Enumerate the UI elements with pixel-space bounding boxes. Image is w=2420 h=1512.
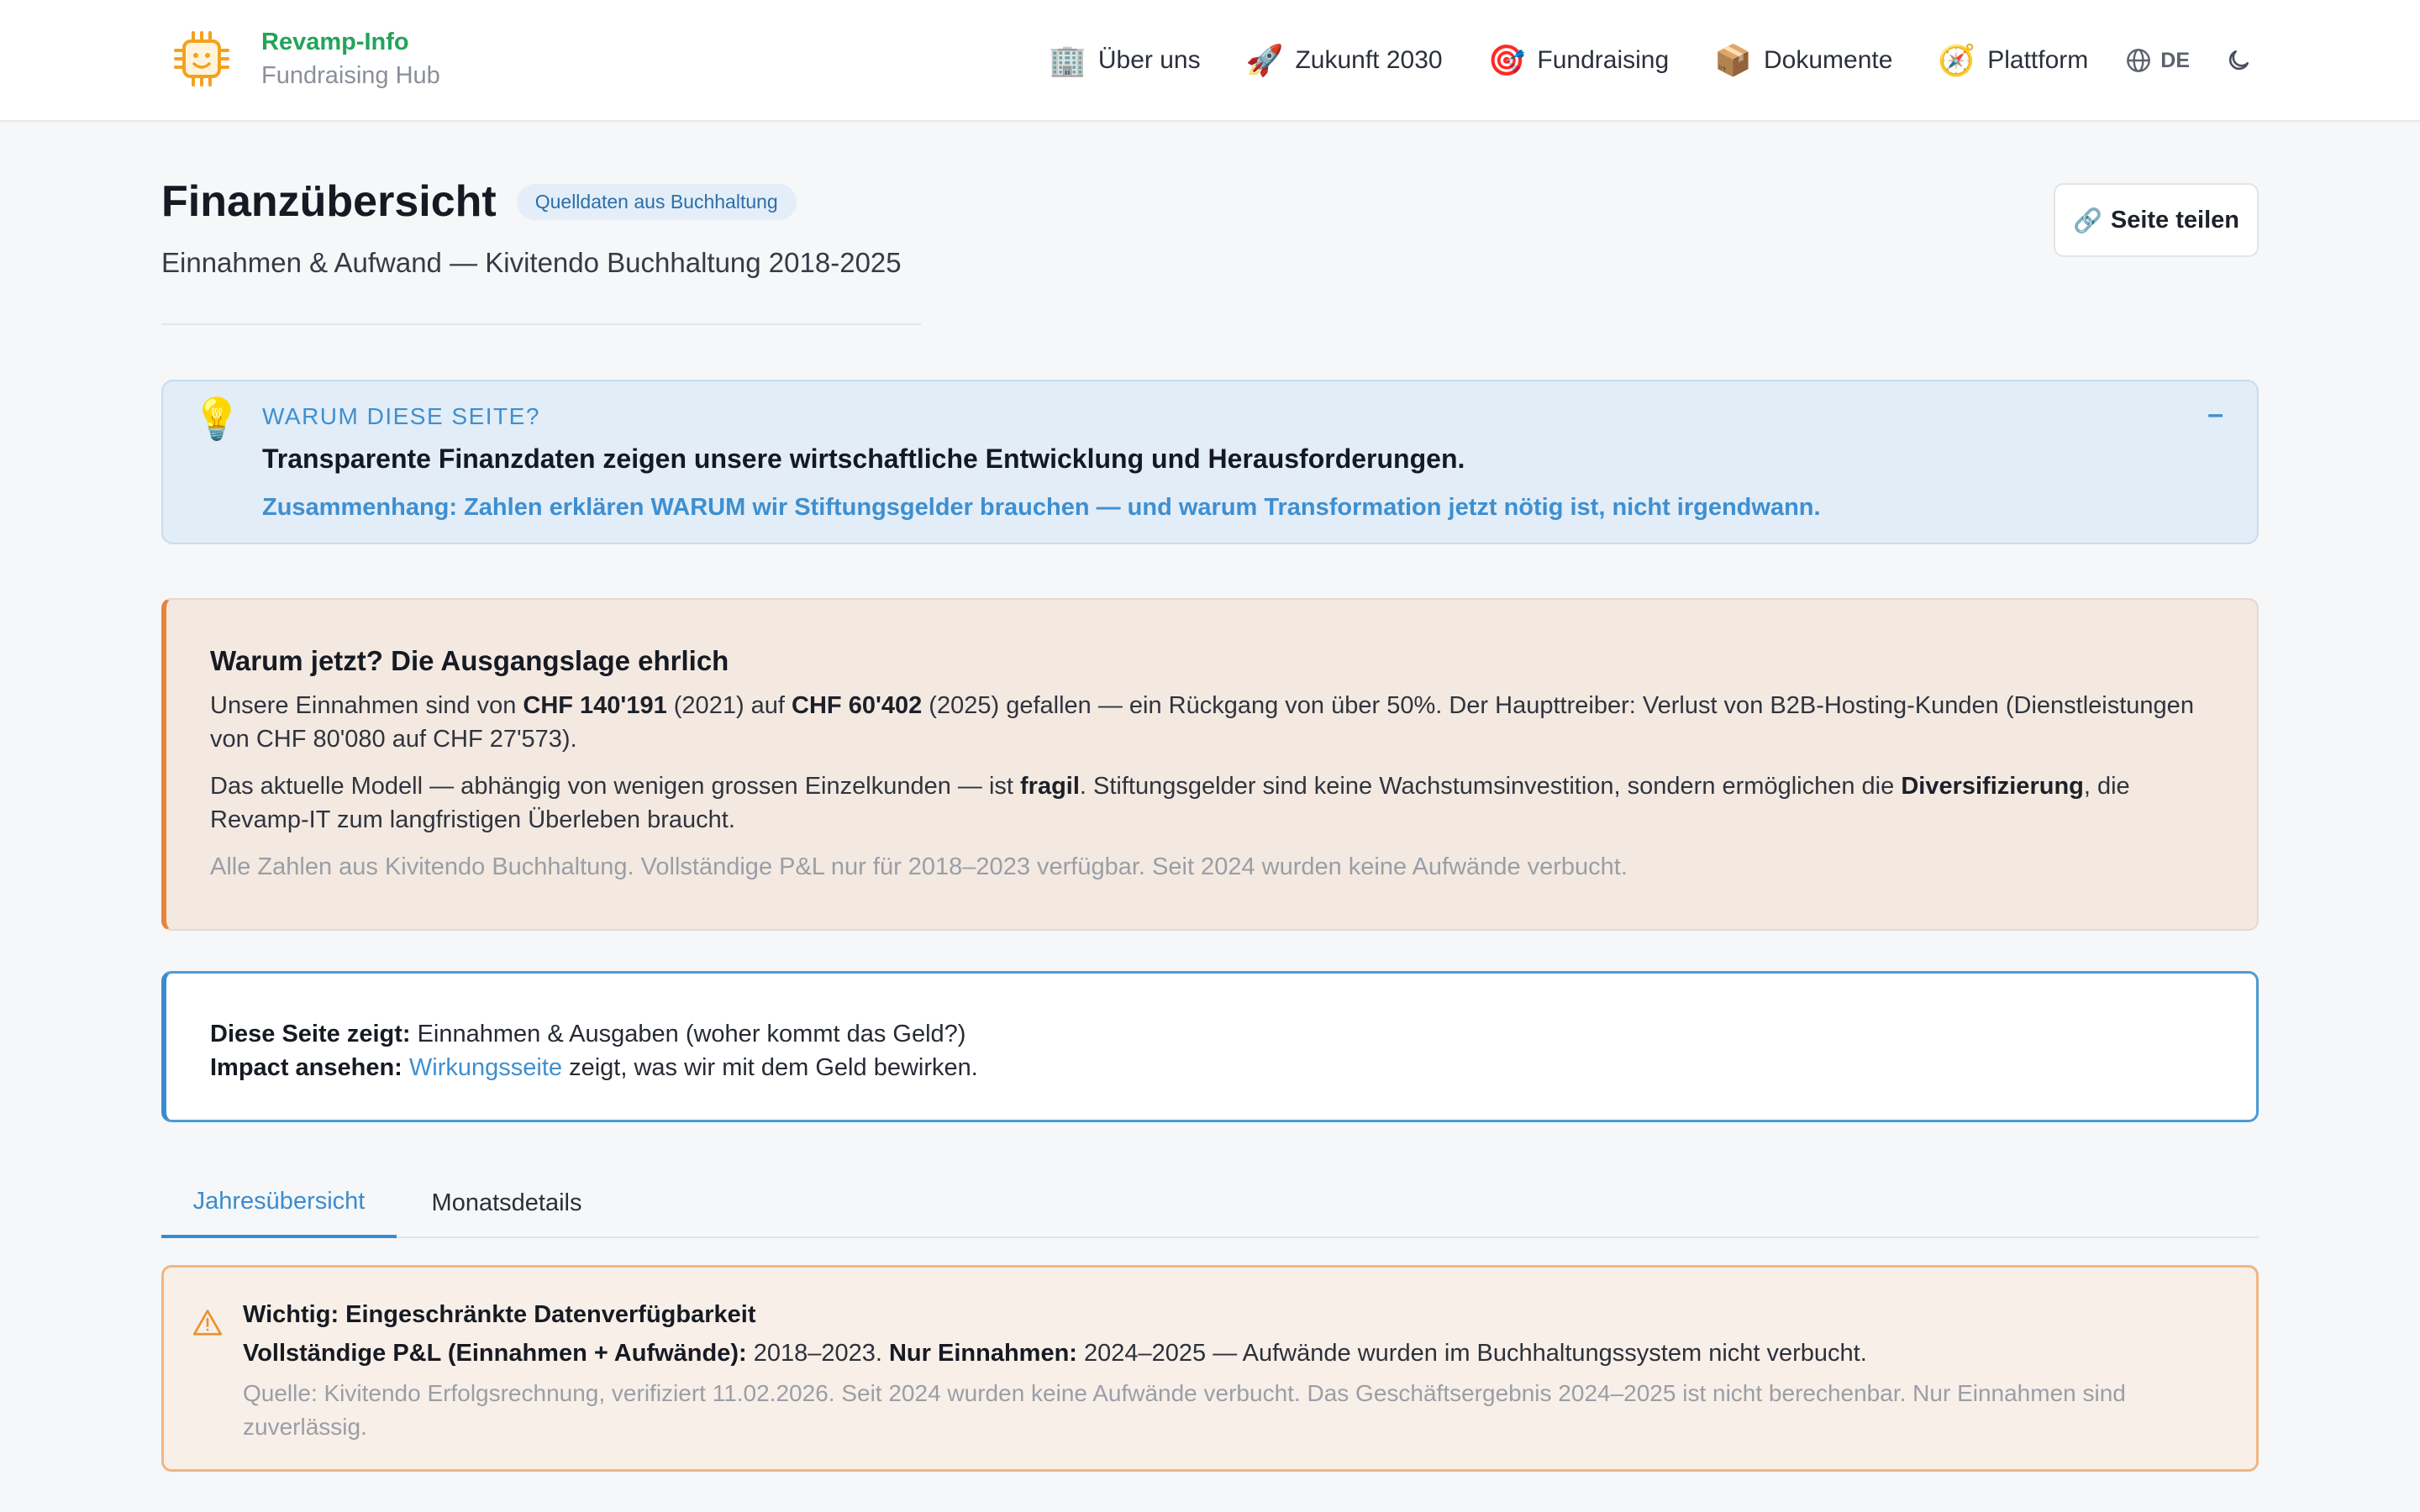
situation-card-title: Warum jetzt? Die Ausgangslage ehrlich: [210, 645, 729, 676]
scope-line-impact: Impact ansehen: Wirkungsseite zeigt, was…: [210, 1054, 978, 1081]
moon-icon: [2228, 50, 2249, 71]
nav-item-ueber-uns[interactable]: 🏢 Über uns: [1049, 45, 1201, 76]
why-panel-headline: Transparente Finanzdaten zeigen unsere w…: [262, 444, 1465, 474]
why-panel-context: Zusammenhang: Zahlen erklären WARUM wir …: [262, 494, 1821, 521]
scope-line-page: Diese Seite zeigt: Einnahmen & Ausgaben …: [210, 1021, 966, 1047]
warning-source-note: Quelle: Kivitendo Erfolgsrechnung, verif…: [243, 1380, 2126, 1440]
language-code: DE: [2160, 48, 2190, 72]
warning-icon: [192, 1310, 223, 1336]
nav-item-dokumente[interactable]: 📦 Dokumente: [1714, 45, 1892, 76]
chip-robot-icon: [174, 31, 229, 87]
package-icon: 📦: [1714, 43, 1752, 77]
top-navigation-bar: Revamp-Info Fundraising Hub 🏢 Über uns 🚀…: [0, 0, 2420, 122]
theme-toggle-button[interactable]: [2225, 47, 2252, 74]
brand-subtitle: Fundraising Hub: [261, 62, 440, 89]
language-switcher[interactable]: DE: [2125, 47, 2190, 74]
why-panel-label: WARUM DIESE SEITE?: [262, 403, 540, 429]
nav-item-fundraising[interactable]: 🎯 Fundraising: [1488, 45, 1670, 76]
page-subtitle: Einnahmen & Aufwand — Kivitendo Buchhalt…: [161, 247, 902, 278]
compass-icon: 🧭: [1938, 43, 1976, 77]
link-icon: 🔗: [2073, 207, 2102, 234]
nav-item-label: Plattform: [1987, 46, 2089, 74]
globe-icon: [2127, 49, 2151, 72]
brand-logo-link[interactable]: Revamp-Info Fundraising Hub: [172, 25, 440, 92]
warning-coverage-line: Vollständige P&L (Einnahmen + Aufwände):…: [243, 1340, 1867, 1367]
view-tabs: Jahresübersicht Monatsdetails: [161, 1168, 2259, 1238]
target-icon: 🎯: [1487, 43, 1526, 77]
page-scope-note: Diese Seite zeigt: Einnahmen & Ausgaben …: [161, 971, 2259, 1122]
warning-title: Wichtig: Eingeschränkte Datenverfügbarke…: [243, 1301, 756, 1328]
nav-item-label: Über uns: [1097, 46, 1201, 74]
title-divider: [161, 323, 921, 325]
tab-jahresuebersicht[interactable]: Jahresübersicht: [161, 1168, 397, 1238]
situation-card: Warum jetzt? Die Ausgangslage ehrlich Un…: [161, 598, 2259, 931]
data-availability-warning: Wichtig: Eingeschränkte Datenverfügbarke…: [161, 1265, 2259, 1472]
situation-paragraph-revenue: Unsere Einnahmen sind von CHF 140'191 (2…: [210, 692, 2194, 753]
share-button-label: Seite teilen: [2110, 206, 2239, 234]
brand-name: Revamp-Info: [261, 29, 409, 55]
nav-item-plattform[interactable]: 🧭 Plattform: [1938, 45, 2088, 76]
main-nav: 🏢 Über uns 🚀 Zukunft 2030 🎯 Fundraising …: [1049, 37, 2252, 84]
rocket-icon: 🚀: [1245, 43, 1284, 77]
nav-item-zukunft-2030[interactable]: 🚀 Zukunft 2030: [1246, 45, 1443, 76]
tab-monatsdetails[interactable]: Monatsdetails: [410, 1168, 603, 1238]
nav-item-label: Dokumente: [1763, 46, 1893, 74]
lightbulb-icon: 💡: [192, 397, 242, 442]
building-icon: 🏢: [1049, 43, 1086, 77]
revenue-2025-value: CHF 60'402: [792, 692, 923, 719]
impact-page-link[interactable]: Wirkungsseite: [409, 1054, 562, 1081]
share-page-button[interactable]: 🔗 Seite teilen: [2054, 183, 2259, 257]
nav-item-label: Fundraising: [1537, 46, 1670, 74]
why-this-page-panel: 💡 WARUM DIESE SEITE? Transparente Finanz…: [161, 380, 2259, 544]
situation-source-note: Alle Zahlen aus Kivitendo Buchhaltung. V…: [210, 853, 1628, 880]
page-title: Finanzübersicht: [161, 177, 497, 226]
collapse-panel-button[interactable]: –: [2207, 398, 2223, 431]
page-title-row: Finanzübersicht Quelldaten aus Buchhaltu…: [161, 176, 797, 227]
revenue-2021-value: CHF 140'191: [523, 692, 667, 719]
source-badge: Quelldaten aus Buchhaltung: [516, 183, 797, 220]
situation-paragraph-model: Das aktuelle Modell — abhängig von wenig…: [210, 773, 2130, 833]
nav-item-label: Zukunft 2030: [1295, 46, 1443, 74]
